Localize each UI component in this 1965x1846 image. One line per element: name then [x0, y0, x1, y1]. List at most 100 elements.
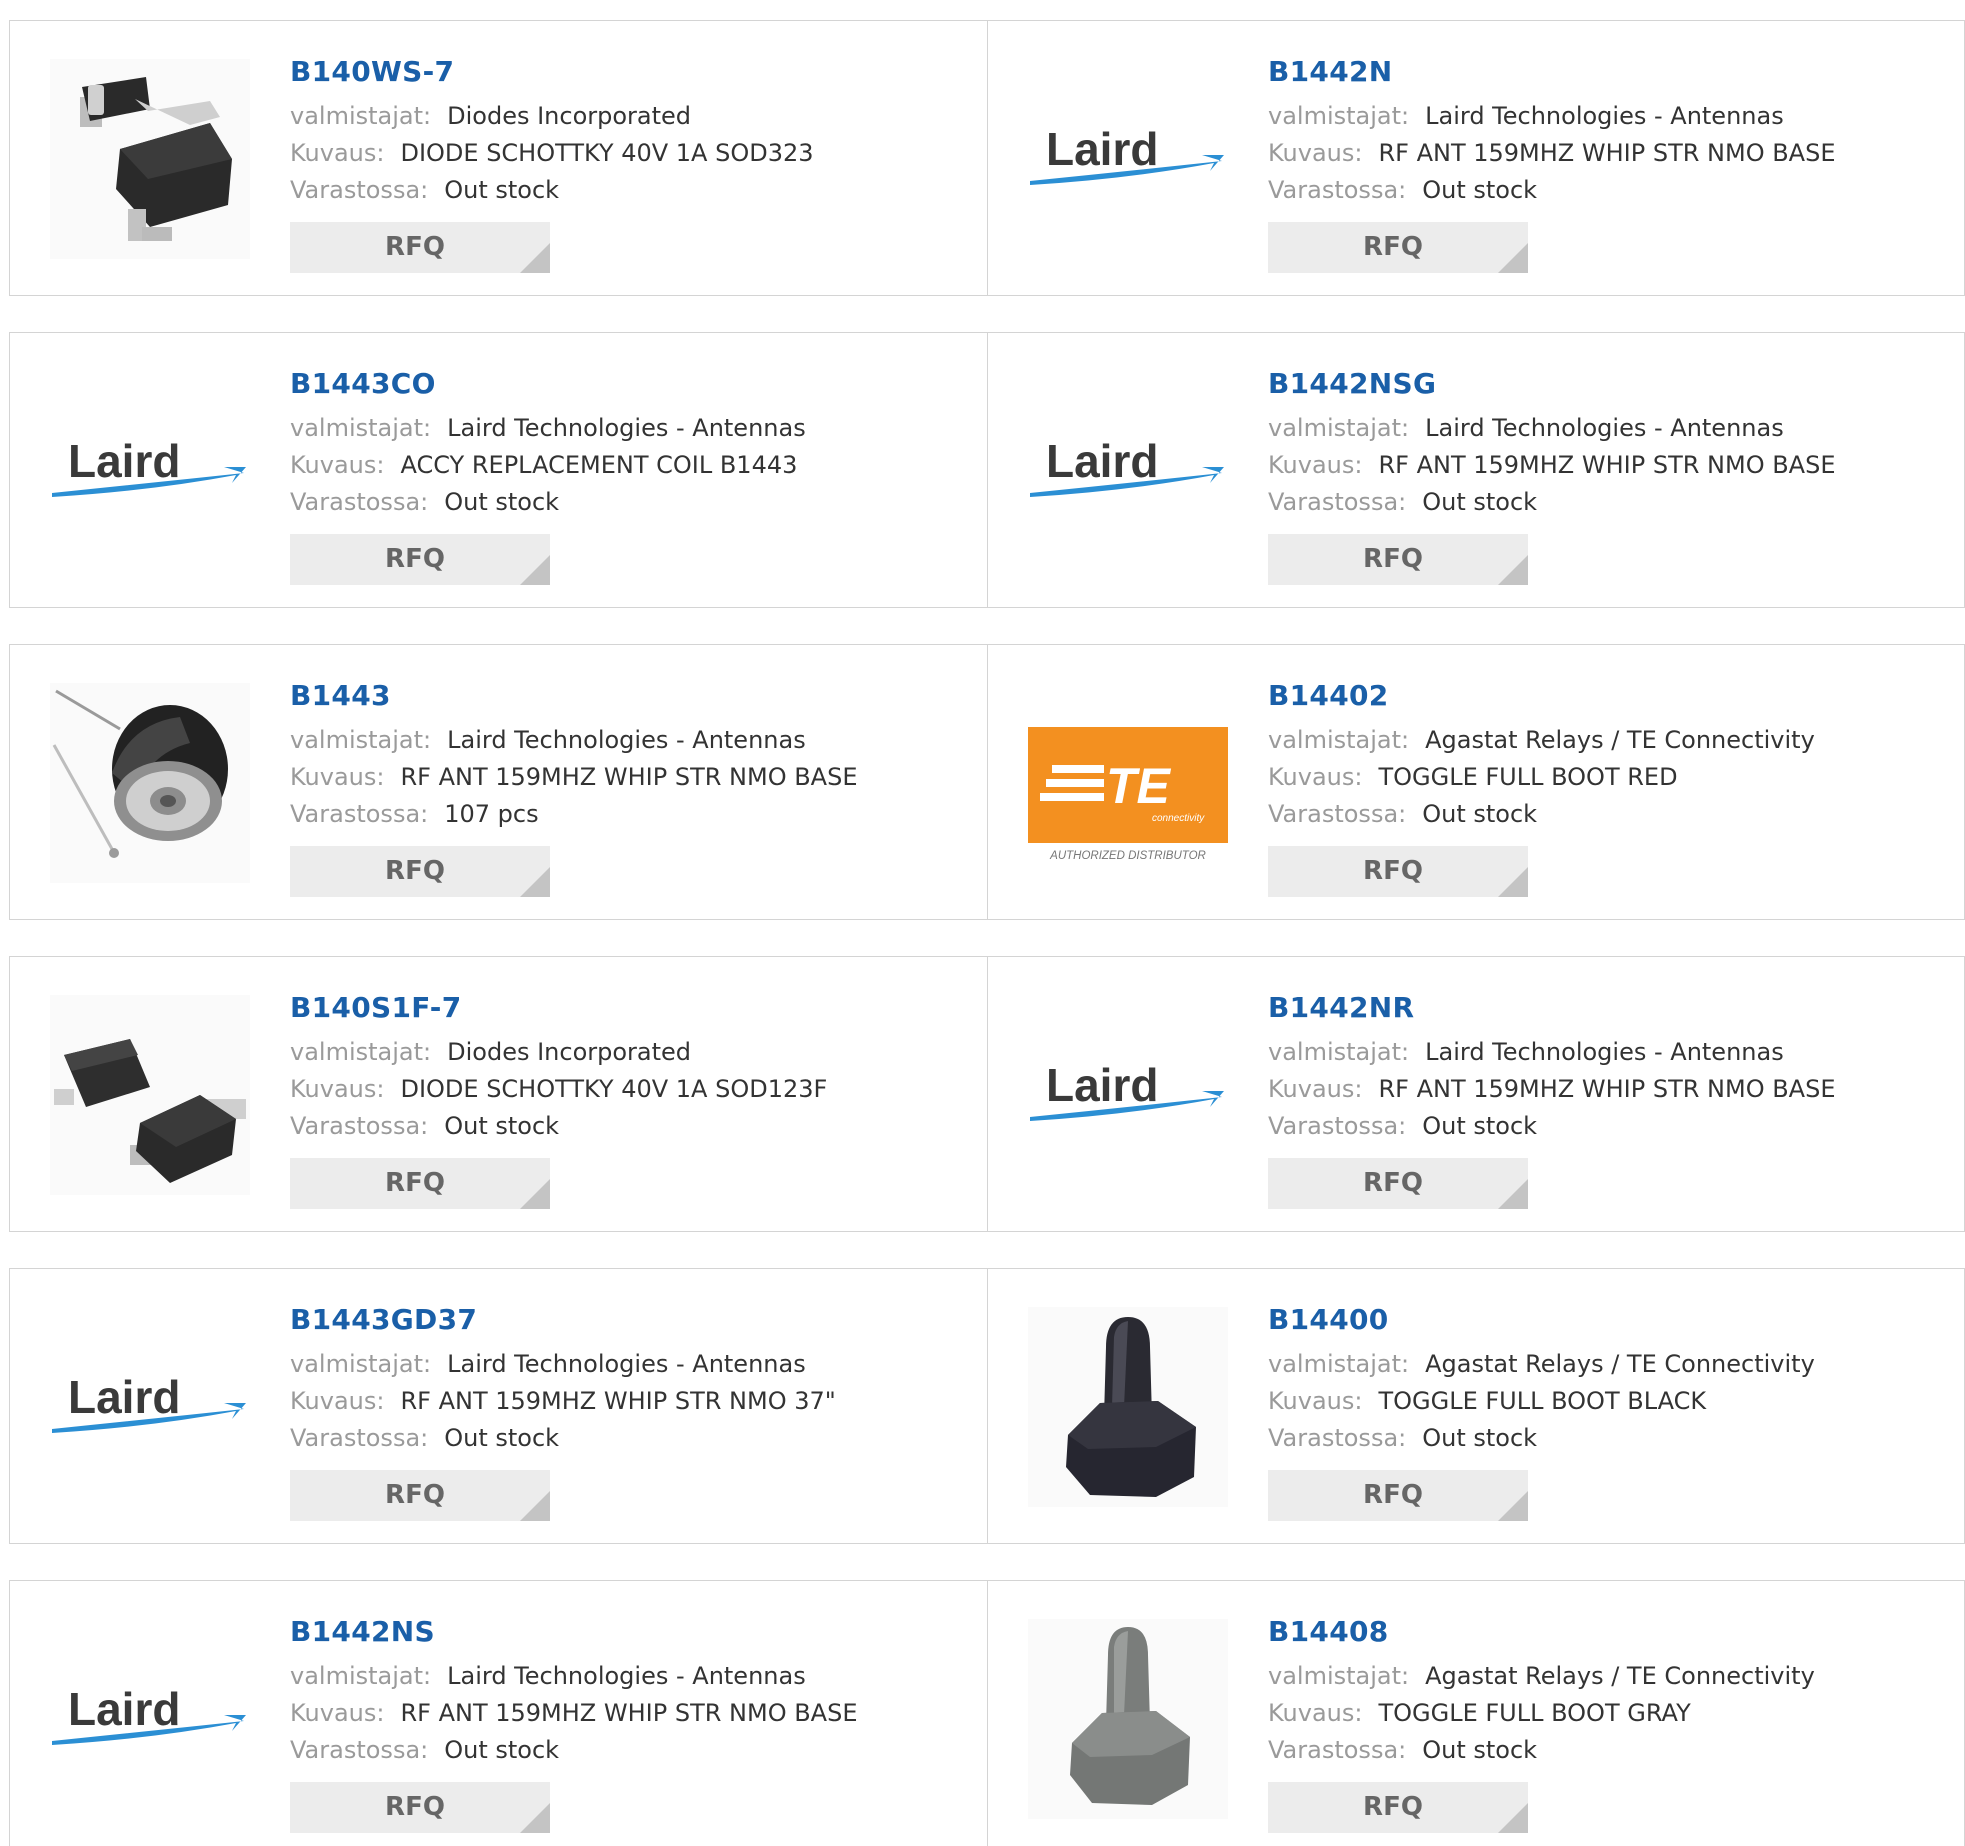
product-image-laird-logo[interactable]: Laird	[1028, 59, 1228, 259]
rfq-button[interactable]: RFQ	[1268, 1158, 1528, 1209]
description-line: Kuvaus: ACCY REPLACEMENT COIL B1443	[290, 447, 967, 484]
stock-line: Varastossa: Out stock	[290, 1732, 967, 1769]
product-card: Laird B1442N valmistajat: Laird Technolog…	[987, 21, 1964, 295]
product-card: B140WS-7 valmistajat: Diodes Incorporated…	[10, 21, 987, 295]
laird-logo-icon: Laird	[52, 1371, 246, 1433]
product-image-toggle-boot-black[interactable]	[1028, 1307, 1228, 1507]
part-number-link[interactable]: B14408	[1268, 1611, 1944, 1653]
product-info: B1442NSG valmistajat: Laird Technologies …	[1268, 363, 1944, 521]
product-image-antenna-base[interactable]	[50, 683, 250, 883]
stock-line: Varastossa: Out stock	[1268, 484, 1944, 521]
rfq-button[interactable]: RFQ	[290, 1782, 550, 1833]
description-line: Kuvaus: RF ANT 159MHZ WHIP STR NMO BASE	[1268, 135, 1944, 172]
laird-logo-text: Laird	[1046, 1059, 1158, 1111]
description-label: Kuvaus:	[290, 451, 385, 479]
part-number-link[interactable]: B140WS-7	[290, 51, 967, 93]
product-image-toggle-boot-gray[interactable]	[1028, 1619, 1228, 1819]
rfq-button[interactable]: RFQ	[290, 534, 550, 585]
corner-triangle-icon	[1498, 243, 1528, 273]
rfq-button[interactable]: RFQ	[1268, 846, 1528, 897]
diode-icon	[50, 59, 250, 259]
product-info: B1442NR valmistajat: Laird Technologies -…	[1268, 987, 1944, 1145]
product-image-laird-logo[interactable]: Laird	[50, 371, 250, 571]
manufacturer-line: valmistajat: Agastat Relays / TE Connecti…	[1268, 722, 1944, 759]
manufacturer-label: valmistajat:	[290, 414, 432, 442]
part-number-link[interactable]: B1443GD37	[290, 1299, 967, 1341]
description-value: RF ANT 159MHZ WHIP STR NMO BASE	[1378, 1075, 1836, 1103]
part-number-link[interactable]: B1442NSG	[1268, 363, 1944, 405]
rfq-button[interactable]: RFQ	[290, 846, 550, 897]
description-label: Kuvaus:	[290, 1075, 385, 1103]
corner-triangle-icon	[520, 1179, 550, 1209]
rfq-button[interactable]: RFQ	[290, 222, 550, 273]
part-number-link[interactable]: B1442N	[1268, 51, 1944, 93]
part-number-link[interactable]: B14400	[1268, 1299, 1944, 1341]
manufacturer-line: valmistajat: Diodes Incorporated	[290, 1034, 967, 1071]
corner-triangle-icon	[520, 1491, 550, 1521]
product-image-sod323-diode[interactable]	[50, 59, 250, 259]
manufacturer-label: valmistajat:	[290, 726, 432, 754]
product-image-laird-logo[interactable]: Laird	[50, 1307, 250, 1507]
rfq-button[interactable]: RFQ	[290, 1470, 550, 1521]
product-image-te-logo[interactable]: TE connectivity AUTHORIZED DISTRIBUTOR	[1028, 683, 1228, 883]
part-number-link[interactable]: B1443CO	[290, 363, 967, 405]
product-image-laird-logo[interactable]: Laird	[50, 1619, 250, 1819]
product-image-laird-logo[interactable]: Laird	[1028, 995, 1228, 1195]
description-value: RF ANT 159MHZ WHIP STR NMO 37"	[400, 1387, 836, 1415]
part-number-link[interactable]: B140S1F-7	[290, 987, 967, 1029]
stock-value: Out stock	[1422, 800, 1538, 828]
product-row: B1443 valmistajat: Laird Technologies - A…	[9, 644, 1965, 920]
rfq-button[interactable]: RFQ	[1268, 534, 1528, 585]
product-card: B1443 valmistajat: Laird Technologies - A…	[10, 645, 987, 919]
part-number-link[interactable]: B1443	[290, 675, 967, 717]
product-info: B14402 valmistajat: Agastat Relays / TE C…	[1268, 675, 1944, 833]
te-logo-text: TE	[1106, 758, 1172, 814]
manufacturer-line: valmistajat: Laird Technologies - Antenna…	[290, 410, 967, 447]
product-image-laird-logo[interactable]: Laird	[1028, 371, 1228, 571]
description-line: Kuvaus: TOGGLE FULL BOOT RED	[1268, 759, 1944, 796]
stock-label: Varastossa:	[1268, 800, 1407, 828]
part-number-link[interactable]: B1442NS	[290, 1611, 967, 1653]
manufacturer-line: valmistajat: Agastat Relays / TE Connecti…	[1268, 1658, 1944, 1695]
product-card: Laird B1443CO valmistajat: Laird Technolo…	[10, 333, 987, 607]
manufacturer-value: Diodes Incorporated	[447, 102, 692, 130]
te-tagline: AUTHORIZED DISTRIBUTOR	[1049, 850, 1206, 862]
corner-triangle-icon	[520, 1803, 550, 1833]
description-value: RF ANT 159MHZ WHIP STR NMO BASE	[400, 1699, 858, 1727]
manufacturer-line: valmistajat: Agastat Relays / TE Connecti…	[1268, 1346, 1944, 1383]
manufacturer-value: Laird Technologies - Antennas	[1425, 414, 1784, 442]
toggle-boot-icon	[1028, 1307, 1228, 1507]
product-info: B1443GD37 valmistajat: Laird Technologies…	[290, 1299, 967, 1457]
laird-logo-text: Laird	[68, 1371, 180, 1423]
rfq-button[interactable]: RFQ	[1268, 1470, 1528, 1521]
manufacturer-value: Laird Technologies - Antennas	[447, 726, 806, 754]
part-number-link[interactable]: B14402	[1268, 675, 1944, 717]
manufacturer-line: valmistajat: Laird Technologies - Antenna…	[1268, 410, 1944, 447]
product-info: B14408 valmistajat: Agastat Relays / TE C…	[1268, 1611, 1944, 1769]
stock-value: Out stock	[444, 488, 560, 516]
product-image-sod123f-diode[interactable]	[50, 995, 250, 1195]
manufacturer-value: Agastat Relays / TE Connectivity	[1425, 726, 1815, 754]
product-row: B140S1F-7 valmistajat: Diodes Incorporate…	[9, 956, 1965, 1232]
stock-line: Varastossa: Out stock	[290, 1108, 967, 1145]
description-label: Kuvaus:	[1268, 1699, 1363, 1727]
stock-line: Varastossa: Out stock	[1268, 1420, 1944, 1457]
product-info: B1442NS valmistajat: Laird Technologies -…	[290, 1611, 967, 1769]
manufacturer-value: Laird Technologies - Antennas	[447, 1662, 806, 1690]
corner-triangle-icon	[520, 555, 550, 585]
rfq-label: RFQ	[1363, 1168, 1423, 1198]
description-line: Kuvaus: TOGGLE FULL BOOT BLACK	[1268, 1383, 1944, 1420]
manufacturer-label: valmistajat:	[290, 102, 432, 130]
rfq-button[interactable]: RFQ	[290, 1158, 550, 1209]
laird-logo-text: Laird	[68, 1683, 180, 1735]
rfq-label: RFQ	[385, 1168, 445, 1198]
rfq-button[interactable]: RFQ	[1268, 1782, 1528, 1833]
stock-value: Out stock	[1422, 176, 1538, 204]
corner-triangle-icon	[1498, 1491, 1528, 1521]
part-number-link[interactable]: B1442NR	[1268, 987, 1944, 1029]
manufacturer-label: valmistajat:	[290, 1038, 432, 1066]
product-card: B140S1F-7 valmistajat: Diodes Incorporate…	[10, 957, 987, 1231]
stock-label: Varastossa:	[290, 488, 429, 516]
rfq-button[interactable]: RFQ	[1268, 222, 1528, 273]
description-value: RF ANT 159MHZ WHIP STR NMO BASE	[400, 763, 858, 791]
